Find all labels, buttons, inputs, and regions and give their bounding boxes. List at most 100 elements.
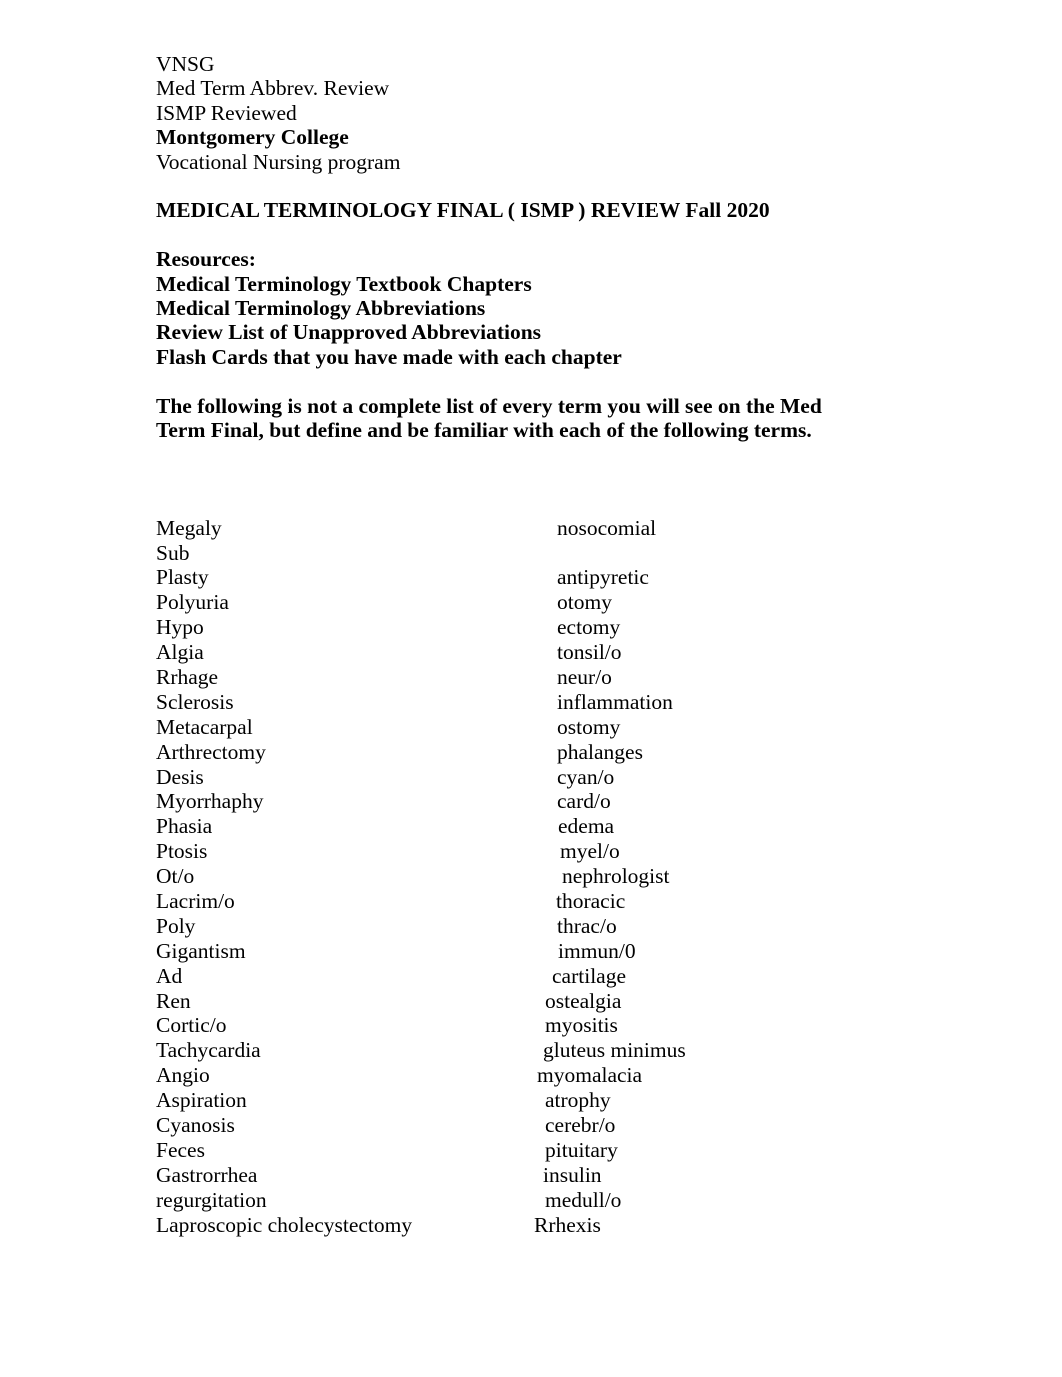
term-row: Rrhage neur/o [156, 665, 956, 690]
term-row: Hypo ectomy [156, 615, 956, 640]
spacer-after-title [156, 223, 956, 247]
term-row: Desis cyan/o [156, 765, 956, 790]
term-right: ostomy [557, 714, 621, 739]
term-left: Megaly [156, 515, 222, 540]
term-row: Arthrectomy phalanges [156, 740, 956, 765]
term-left: regurgitation [156, 1187, 267, 1212]
header-line-course: VNSG [156, 52, 215, 76]
term-row: Gastrorrhea insulin [156, 1163, 956, 1188]
term-row: Angio myomalacia [156, 1063, 956, 1088]
document-body: VNSG Med Term Abbrev. Review ISMP Review… [156, 52, 956, 1237]
term-right: ostealgia [545, 988, 622, 1013]
term-right: tonsil/o [557, 640, 622, 665]
term-row: Feces pituitary [156, 1138, 956, 1163]
term-right: myel/o [560, 839, 620, 864]
term-right: Rrhexis [534, 1212, 601, 1237]
term-left: Arthrectomy [156, 739, 266, 764]
term-right: phalanges [557, 739, 643, 764]
term-row: Ot/o nephrologist [156, 864, 956, 889]
header-line-subject: Med Term Abbrev. Review [156, 76, 390, 101]
term-left: Myorrhaphy [156, 789, 264, 814]
term-left: Plasty [156, 565, 209, 590]
term-right: neur/o [557, 664, 612, 689]
term-right: cyan/o [557, 764, 615, 789]
document-header: VNSG Med Term Abbrev. Review ISMP Review… [156, 52, 956, 174]
term-left: Ptosis [156, 839, 208, 864]
resources-item-abbreviations: Medical Terminology Abbreviations [156, 296, 486, 321]
header-line-institution: Montgomery College [156, 125, 349, 150]
term-list: Megaly nosocomial Sub Plasty antipyretic Poly… [156, 516, 956, 1238]
term-row: Ren ostealgia [156, 989, 956, 1014]
term-row: Lacrim/o thoracic [156, 889, 956, 914]
term-left: Aspiration [156, 1088, 247, 1113]
term-right: myomalacia [537, 1063, 643, 1088]
term-row: Phasia edema [156, 814, 956, 839]
term-right: cerebr/o [545, 1113, 616, 1137]
term-row: Myorrhaphy card/o [156, 789, 956, 814]
term-row: Gigantism immun/0 [156, 939, 956, 964]
term-left: Phasia [156, 814, 213, 839]
spacer-instruction-2 [156, 467, 956, 491]
term-row: Cortic/o myositis [156, 1013, 956, 1038]
term-left: Poly [156, 913, 196, 938]
resources-heading: Resources: [156, 247, 256, 272]
resources-section: Resources: Medical Terminology Textbook … [156, 247, 956, 369]
term-left: Sub [156, 540, 190, 565]
term-left: Tachycardia [156, 1038, 261, 1063]
term-row: Sub [156, 541, 956, 566]
term-left: Cyanosis [156, 1113, 235, 1137]
term-right: nosocomial [557, 515, 657, 540]
term-right: insulin [543, 1162, 602, 1187]
term-row: Cyanosis cerebr/o [156, 1113, 956, 1138]
term-right: otomy [557, 590, 612, 615]
term-row: Ptosis myel/o [156, 839, 956, 864]
term-row: Polyuria otomy [156, 590, 956, 615]
term-left: Hypo [156, 615, 204, 640]
term-right: thoracic [556, 888, 626, 913]
term-left: Algia [156, 640, 204, 665]
document-page: VNSG Med Term Abbrev. Review ISMP Review… [0, 0, 1062, 1377]
term-left: Cortic/o [156, 1013, 227, 1038]
term-left: Ren [156, 988, 191, 1013]
term-row: Megaly nosocomial [156, 516, 956, 541]
term-right: immun/0 [558, 938, 636, 963]
term-left: Polyuria [156, 590, 229, 615]
term-right: thrac/o [557, 913, 617, 938]
term-right: inflammation [557, 689, 673, 714]
spacer-instruction-3 [156, 491, 956, 515]
term-right: nephrologist [562, 864, 670, 889]
header-line-review-status: ISMP Reviewed [156, 100, 297, 125]
instruction-paragraph: The following is not a complete list of … [156, 393, 822, 443]
page-title: MEDICAL TERMINOLOGY FINAL ( ISMP ) REVIE… [156, 198, 770, 223]
term-row: Poly thrac/o [156, 914, 956, 939]
resources-item-flash-cards: Flash Cards that you have made with each… [156, 344, 622, 369]
term-right: medull/o [545, 1187, 622, 1212]
term-left: Gastrorrhea [156, 1162, 258, 1187]
term-row: Aspiration atrophy [156, 1088, 956, 1113]
term-row: Plasty antipyretic [156, 565, 956, 590]
term-right: cartilage [552, 963, 627, 988]
term-right: myositis [545, 1013, 618, 1038]
term-left: Sclerosis [156, 689, 234, 714]
term-left: Angio [156, 1063, 210, 1088]
term-row: Ad cartilage [156, 964, 956, 989]
term-left: Ad [156, 963, 183, 988]
term-left: Rrhage [156, 664, 219, 689]
term-left: Desis [156, 764, 204, 789]
term-right: pituitary [545, 1137, 618, 1162]
term-row: Sclerosis inflammation [156, 690, 956, 715]
spacer-instruction-1 [156, 442, 956, 466]
term-right: edema [558, 814, 615, 839]
term-left: Gigantism [156, 938, 246, 963]
spacer-after-header [156, 174, 956, 198]
term-left: Ot/o [156, 864, 195, 889]
term-right: ectomy [557, 615, 621, 640]
term-right: antipyretic [557, 565, 649, 590]
term-left: Metacarpal [156, 714, 253, 739]
resources-item-textbook-chapters: Medical Terminology Textbook Chapters [156, 271, 532, 296]
term-left: Feces [156, 1137, 205, 1162]
spacer-after-resources [156, 369, 956, 393]
term-right: card/o [557, 789, 611, 814]
term-right: gluteus minimus [543, 1038, 686, 1063]
term-row: Tachycardia gluteus minimus [156, 1038, 956, 1063]
